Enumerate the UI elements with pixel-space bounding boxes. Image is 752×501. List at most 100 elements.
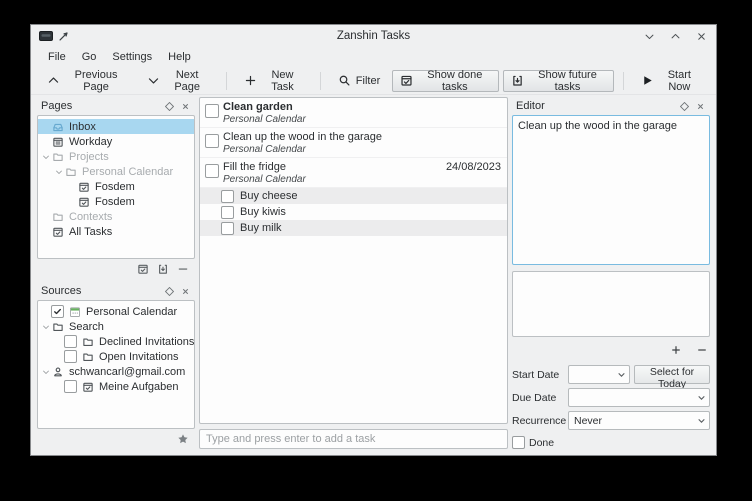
folder-icon — [51, 211, 65, 223]
chevron-down-icon — [617, 370, 626, 379]
subtask-row-buy-milk[interactable]: Buy milk — [200, 220, 507, 236]
pages-label: Projects — [69, 151, 109, 163]
subtask-row-buy-kiwis[interactable]: Buy kiwis — [200, 204, 507, 220]
task-source-label: Personal Calendar — [223, 174, 438, 185]
sources-item-search[interactable]: Search — [38, 319, 194, 334]
toolbar-button-new-task[interactable]: New Task — [236, 70, 311, 92]
task-row-clean-up-the-wood-in-the-garage[interactable]: Clean up the wood in the garagePersonal … — [200, 128, 507, 158]
calendar-check-icon — [400, 74, 413, 87]
sources-item-declined-invitations[interactable]: Declined Invitations — [38, 334, 194, 349]
start-date-combo[interactable] — [568, 365, 630, 384]
window-controls — [642, 29, 708, 43]
titlebar[interactable]: Zanshin Tasks — [31, 25, 716, 47]
task-row-clean-garden[interactable]: Clean gardenPersonal Calendar — [200, 98, 507, 128]
add-project-button[interactable] — [137, 263, 149, 275]
sources-checkbox-personal-calendar[interactable] — [51, 305, 64, 318]
task-checkbox[interactable] — [205, 134, 219, 148]
subtask-checkbox[interactable] — [221, 190, 234, 203]
attachment-buttons — [512, 341, 708, 359]
pages-close-button[interactable] — [177, 99, 193, 113]
subtask-checkbox[interactable] — [221, 206, 234, 219]
done-checkbox[interactable] — [512, 436, 525, 449]
menu-settings[interactable]: Settings — [105, 49, 159, 65]
sources-item-open-invitations[interactable]: Open Invitations — [38, 349, 194, 364]
expander-chevron-down-icon[interactable] — [40, 368, 51, 376]
default-source-button[interactable] — [177, 433, 189, 445]
close-button[interactable] — [694, 29, 708, 43]
expander-chevron-down-icon[interactable] — [40, 153, 51, 161]
recurrence-label: Recurrence — [512, 415, 564, 427]
pages-item-inbox[interactable]: Inbox — [38, 119, 194, 134]
menu-file[interactable]: File — [41, 49, 73, 65]
add-attachment-button[interactable] — [670, 344, 682, 356]
pages-item-personal-calendar[interactable]: Personal Calendar — [38, 164, 194, 179]
expander-chevron-down-icon[interactable] — [53, 168, 64, 176]
subtask-checkbox[interactable] — [221, 222, 234, 235]
pages-item-projects[interactable]: Projects — [38, 149, 194, 164]
task-checkbox[interactable] — [205, 164, 219, 178]
subtask-row-buy-cheese[interactable]: Buy cheese — [200, 188, 507, 204]
task-text: Fill the fridgePersonal Calendar — [223, 161, 438, 185]
pages-label: Workday — [69, 136, 112, 148]
toolbar-button-show-future-tasks[interactable]: Show future tasks — [503, 70, 613, 92]
subtask-title: Buy kiwis — [240, 206, 286, 218]
task-list: Clean gardenPersonal Calendar Clean up th… — [199, 97, 508, 424]
toolbar-label-next-page: Next Page — [165, 69, 209, 93]
sources-checkbox-declined-invitations[interactable] — [64, 335, 77, 348]
due-date-combo[interactable] — [568, 388, 710, 407]
pages-panel-footer — [37, 259, 195, 279]
toolbar-button-filter[interactable]: Filter — [330, 70, 388, 92]
remove-attachment-button[interactable] — [696, 344, 708, 356]
task-calendar-icon — [77, 196, 91, 208]
sources-label: Meine Aufgaben — [99, 381, 179, 393]
task-calendar-icon — [81, 381, 95, 393]
task-row-fill-the-fridge[interactable]: Fill the fridgePersonal Calendar24/08/20… — [200, 158, 507, 188]
toolbar-button-previous-page[interactable]: Previous Page — [39, 70, 135, 92]
sources-checkbox-open-invitations[interactable] — [64, 350, 77, 363]
pages-item-workday[interactable]: Workday — [38, 134, 194, 149]
sources-item-personal-calendar[interactable]: Personal Calendar — [38, 304, 194, 319]
pages-item-fosdem[interactable]: Fosdem — [38, 179, 194, 194]
attachments-area[interactable] — [512, 271, 710, 337]
menu-help[interactable]: Help — [161, 49, 198, 65]
toolbar-button-show-done-tasks[interactable]: Show done tasks — [392, 70, 499, 92]
task-text: Clean gardenPersonal Calendar — [223, 101, 501, 125]
due-date-row: Due Date — [512, 388, 710, 407]
add-context-button[interactable] — [157, 263, 169, 275]
sources-item-schwancarl-gmail-com[interactable]: schwancarl@gmail.com — [38, 364, 194, 379]
pages-tree: InboxWorkdayProjectsPersonal CalendarFos… — [37, 115, 195, 259]
toolbar-button-start-now[interactable]: Start Now — [633, 70, 708, 92]
task-text: Clean up the wood in the garagePersonal … — [223, 131, 501, 155]
minimize-button[interactable] — [642, 29, 656, 43]
subtask-title: Buy milk — [240, 222, 282, 234]
task-checkbox[interactable] — [205, 104, 219, 118]
select-for-today-button[interactable]: Select for Today — [634, 365, 710, 384]
pages-float-button[interactable] — [161, 99, 177, 113]
done-label: Done — [529, 437, 554, 449]
editor-panel-header: Editor — [512, 97, 710, 115]
sources-checkbox-meine-aufgaben[interactable] — [64, 380, 77, 393]
editor-close-button[interactable] — [692, 99, 708, 113]
sources-panel-header: Sources — [37, 282, 195, 300]
sources-float-button[interactable] — [161, 284, 177, 298]
remove-page-button[interactable] — [177, 263, 189, 275]
pages-item-contexts[interactable]: Contexts — [38, 209, 194, 224]
task-calendar-icon — [77, 181, 91, 193]
expander-chevron-down-icon[interactable] — [40, 323, 51, 331]
pages-item-all-tasks[interactable]: All Tasks — [38, 224, 194, 239]
task-text-editor[interactable]: Clean up the wood in the garage — [512, 115, 710, 265]
toolbar-button-next-page[interactable]: Next Page — [139, 70, 217, 92]
recurrence-combo[interactable]: Never — [568, 411, 710, 430]
editor-float-button[interactable] — [676, 99, 692, 113]
add-task-input[interactable] — [199, 429, 508, 449]
pages-item-fosdem[interactable]: Fosdem — [38, 194, 194, 209]
menu-go[interactable]: Go — [75, 49, 104, 65]
start-date-row: Start Date Select for Today — [512, 365, 710, 384]
chevron-down-icon — [147, 74, 160, 87]
chevron-down-icon — [697, 393, 706, 402]
sources-item-meine-aufgaben[interactable]: Meine Aufgaben — [38, 379, 194, 394]
sources-close-button[interactable] — [177, 284, 193, 298]
sources-label: Open Invitations — [99, 351, 179, 363]
dart-icon — [58, 31, 69, 42]
maximize-button[interactable] — [668, 29, 682, 43]
